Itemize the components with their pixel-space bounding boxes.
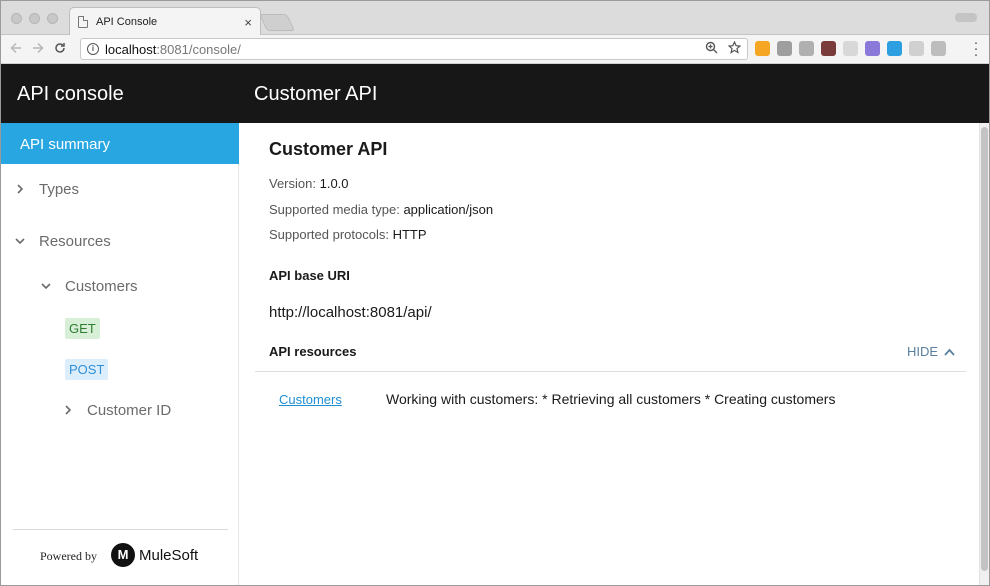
info-icon[interactable]: i [87, 43, 99, 55]
extension-g-icon[interactable] [799, 41, 814, 56]
media-type-row: Supported media type: application/json [269, 202, 493, 217]
sidebar-item-label: Types [39, 181, 80, 198]
extension-box-icon[interactable] [843, 41, 858, 56]
version-value: 1.0.0 [319, 176, 349, 191]
main-content: Customer API Version: 1.0.0 Supported me… [239, 123, 979, 585]
scrollbar[interactable] [979, 123, 989, 585]
powered-by-label: Powered by [40, 549, 97, 563]
extension-glasses-icon[interactable] [821, 41, 836, 56]
method-post-badge[interactable]: POST [65, 359, 109, 380]
scrollbar-thumb[interactable] [981, 127, 988, 571]
chevron-right-icon [63, 404, 73, 418]
protocols-label: Supported protocols: [269, 227, 389, 242]
extension-orange-icon[interactable] [755, 41, 770, 56]
sidebar-item-api-summary[interactable]: API summary [1, 123, 239, 164]
maximize-window-button[interactable] [47, 13, 58, 24]
close-tab-icon[interactable]: × [244, 15, 252, 30]
extension-gray-icon[interactable] [777, 41, 792, 56]
reload-icon[interactable] [49, 41, 71, 57]
resources-divider [255, 371, 966, 372]
new-tab-button[interactable] [259, 14, 295, 31]
browser-window: API Console × i localhost:8081/console/ [0, 0, 990, 586]
chevron-down-icon [15, 235, 25, 249]
document-icon [78, 16, 88, 28]
hide-button-label: HIDE [907, 344, 939, 359]
forward-icon[interactable] [27, 41, 49, 57]
sidebar-item-label: Resources [39, 233, 111, 250]
tab-strip: API Console × [1, 1, 989, 36]
browser-tab[interactable]: API Console × [69, 7, 261, 36]
extension-m-icon[interactable] [931, 41, 946, 56]
protocols-row: Supported protocols: HTTP [269, 227, 427, 242]
base-uri-label: API base URI [269, 268, 350, 283]
sidebar: API summary Types Resources Customers GE… [1, 123, 239, 585]
sidebar-item-label: Customers [65, 278, 138, 295]
chevron-down-icon [41, 280, 51, 294]
sidebar-item-customers[interactable]: Customers [41, 278, 138, 295]
page-title: Customer API [269, 139, 388, 159]
version-row: Version: 1.0.0 [269, 176, 349, 191]
sidebar-item-types[interactable]: Types [15, 181, 79, 198]
media-type-label: Supported media type: [269, 202, 400, 217]
browser-toolbar: i localhost:8081/console/ · · · [1, 35, 989, 64]
menu-icon[interactable]: · · · [973, 35, 979, 62]
zoom-icon[interactable] [705, 41, 718, 57]
mulesoft-logo-icon: M [111, 543, 135, 567]
close-window-button[interactable] [11, 13, 22, 24]
header-api-title: Customer API [254, 83, 378, 105]
chevron-up-icon [944, 348, 955, 356]
resource-link-customers[interactable]: Customers [279, 392, 342, 407]
url-path: :8081/console/ [156, 41, 241, 57]
address-bar[interactable]: i localhost:8081/console/ [80, 38, 748, 60]
minimize-window-button[interactable] [29, 13, 40, 24]
sidebar-item-label: Customer ID [87, 402, 172, 419]
method-get-badge[interactable]: GET [65, 318, 100, 339]
app-title: API console [17, 83, 124, 105]
version-label: Version: [269, 176, 316, 191]
sidebar-item-customer-id[interactable]: Customer ID [63, 402, 171, 419]
chevron-right-icon [15, 183, 25, 197]
sidebar-divider [13, 529, 228, 530]
tab-title: API Console [96, 16, 158, 28]
extension-purple-icon[interactable] [865, 41, 880, 56]
back-icon[interactable] [5, 41, 27, 57]
resource-description: Working with customers: * Retrieving all… [386, 391, 836, 407]
extension-blue-ring-icon[interactable] [887, 41, 902, 56]
extension-moon-icon[interactable] [909, 41, 924, 56]
profile-button[interactable] [955, 13, 977, 22]
mulesoft-brand: MuleSoft [139, 547, 199, 564]
url-host: localhost [105, 41, 157, 57]
resources-label: API resources [269, 344, 357, 359]
media-type-value: application/json [403, 202, 494, 217]
protocols-value: HTTP [392, 227, 427, 242]
star-icon[interactable] [727, 40, 742, 57]
sidebar-item-resources[interactable]: Resources [15, 233, 111, 250]
app-header: API console Customer API [1, 64, 989, 123]
hide-resources-button[interactable]: HIDE [907, 344, 955, 359]
extensions-area [755, 41, 946, 56]
base-uri-value: http://localhost:8081/api/ [269, 304, 432, 321]
